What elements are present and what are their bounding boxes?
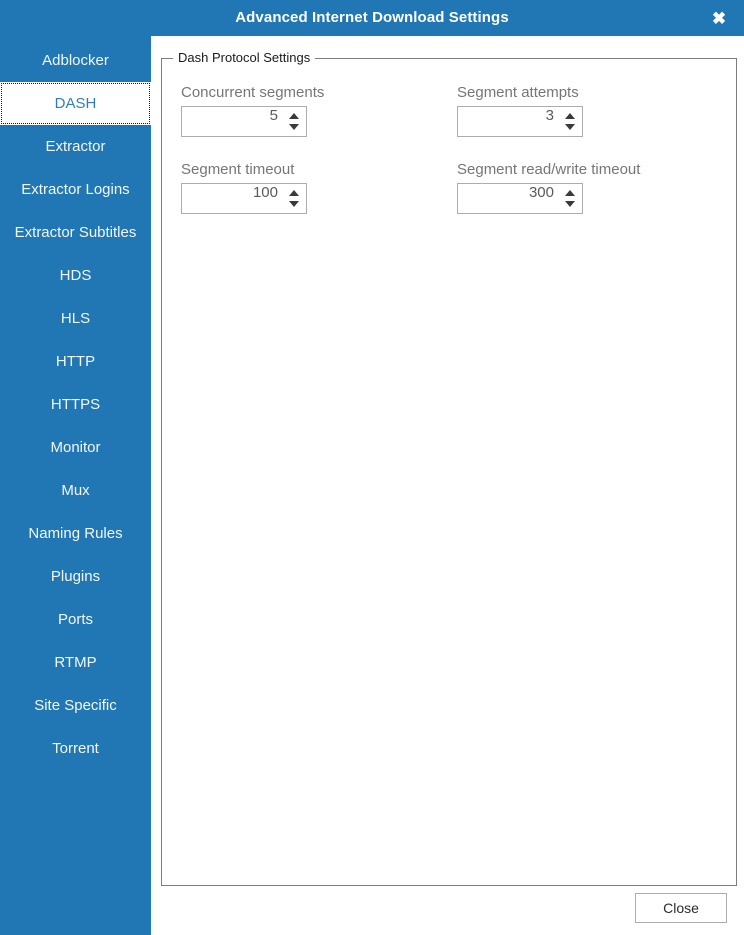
field-segment-read-write-timeout: Segment read/write timeout 300: [457, 161, 640, 214]
sidebar-item-label: HTTPS: [50, 396, 101, 413]
sidebar-item-label: Plugins: [50, 568, 101, 585]
field-segment-timeout: Segment timeout 100: [181, 161, 307, 214]
sidebar-item-label: Ports: [57, 611, 93, 628]
sidebar-item-extractor-logins[interactable]: Extractor Logins: [0, 168, 151, 211]
spinner-down-icon[interactable]: [565, 201, 575, 207]
settings-dialog: Advanced Internet Download Settings ✖ Ad…: [0, 0, 744, 935]
field-label: Segment timeout: [181, 161, 295, 178]
sidebar-item-label: Naming Rules: [28, 525, 123, 542]
spinner-up-icon[interactable]: [565, 113, 575, 119]
spinner-up-icon[interactable]: [565, 190, 575, 196]
segment-timeout-value[interactable]: 100: [182, 184, 284, 213]
field-label: Segment read/write timeout: [457, 161, 641, 178]
spinner-up-icon[interactable]: [289, 113, 299, 119]
close-x-icon[interactable]: ✖: [702, 0, 736, 36]
settings-panel: Dash Protocol Settings Concurrent segmen…: [151, 36, 744, 935]
concurrent-segments-value[interactable]: 5: [182, 107, 284, 136]
spinner-down-icon[interactable]: [289, 201, 299, 207]
sidebar-item-label: Extractor Subtitles: [14, 224, 137, 241]
sidebar-item-ports[interactable]: Ports: [0, 598, 151, 641]
sidebar-item-hds[interactable]: HDS: [0, 254, 151, 297]
sidebar-item-torrent[interactable]: Torrent: [0, 727, 151, 770]
sidebar-item-label: Extractor Logins: [21, 181, 130, 198]
sidebar-item-hls[interactable]: HLS: [0, 297, 151, 340]
sidebar-item-label: HLS: [60, 310, 91, 327]
spinner-down-icon[interactable]: [565, 124, 575, 130]
field-label: Segment attempts: [457, 84, 579, 101]
sidebar-item-label: Monitor: [50, 439, 101, 456]
sidebar-item-mux[interactable]: Mux: [0, 469, 151, 512]
segment-timeout-spinner[interactable]: 100: [181, 183, 307, 214]
spinner-buttons: [560, 107, 582, 136]
field-label: Concurrent segments: [181, 84, 325, 101]
spinner-buttons: [560, 184, 582, 213]
sidebar-item-label: Mux: [61, 482, 90, 499]
sidebar-item-label: Extractor: [45, 138, 106, 155]
sidebar-item-rtmp[interactable]: RTMP: [0, 641, 151, 684]
sidebar-item-plugins[interactable]: Plugins: [0, 555, 151, 598]
sidebar-item-label: HDS: [59, 267, 92, 284]
spinner-buttons: [284, 107, 306, 136]
sidebar-item-label: Torrent: [52, 740, 99, 757]
segment-attempts-value[interactable]: 3: [458, 107, 560, 136]
sidebar-item-label: Site Specific: [34, 697, 117, 714]
segment-attempts-spinner[interactable]: 3: [457, 106, 583, 137]
spinner-buttons: [284, 184, 306, 213]
groupbox-title: Dash Protocol Settings: [173, 50, 316, 65]
sidebar-item-adblocker[interactable]: Adblocker: [0, 39, 151, 82]
sidebar-item-naming-rules[interactable]: Naming Rules: [0, 512, 151, 555]
sidebar-item-http[interactable]: HTTP: [0, 340, 151, 383]
window-title: Advanced Internet Download Settings: [235, 9, 509, 26]
sidebar-item-https[interactable]: HTTPS: [0, 383, 151, 426]
sidebar-item-label: RTMP: [54, 654, 97, 671]
sidebar-item-site-specific[interactable]: Site Specific: [0, 684, 151, 727]
spinner-up-icon[interactable]: [289, 190, 299, 196]
field-concurrent-segments: Concurrent segments 5: [181, 84, 324, 137]
dash-protocol-groupbox: Dash Protocol Settings Concurrent segmen…: [161, 50, 737, 886]
field-segment-attempts: Segment attempts 3: [457, 84, 583, 137]
spinner-down-icon[interactable]: [289, 124, 299, 130]
sidebar-item-label: Adblocker: [42, 52, 109, 69]
sidebar-item-monitor[interactable]: Monitor: [0, 426, 151, 469]
segment-read-write-timeout-spinner[interactable]: 300: [457, 183, 583, 214]
concurrent-segments-spinner[interactable]: 5: [181, 106, 307, 137]
sidebar-item-label: HTTP: [55, 353, 96, 370]
sidebar-nav: Adblocker DASH Extractor Extractor Login…: [0, 36, 151, 935]
sidebar-item-extractor-subtitles[interactable]: Extractor Subtitles: [0, 211, 151, 254]
title-bar: Advanced Internet Download Settings ✖: [0, 0, 744, 36]
sidebar-item-label: DASH: [54, 95, 97, 112]
sidebar-item-dash[interactable]: DASH: [0, 82, 151, 125]
close-button[interactable]: Close: [635, 893, 727, 923]
segment-read-write-timeout-value[interactable]: 300: [458, 184, 560, 213]
close-button-label: Close: [663, 900, 699, 916]
sidebar-item-extractor[interactable]: Extractor: [0, 125, 151, 168]
